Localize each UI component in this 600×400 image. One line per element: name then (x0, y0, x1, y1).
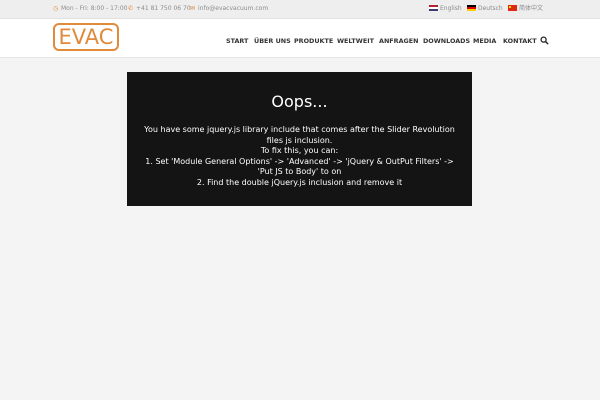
phone-contact[interactable]: ✆ +41 81 750 06 70 (128, 4, 191, 13)
nav-produkte[interactable]: PRODUKTE (294, 37, 333, 45)
error-line-3: 1. Set 'Module General Options' -> 'Adva… (145, 156, 454, 177)
language-english[interactable]: English (429, 4, 462, 13)
nav-ueber-uns[interactable]: ÜBER UNS (254, 37, 291, 45)
error-line-2: To fix this, you can: (260, 146, 339, 155)
german-flag-icon (467, 5, 476, 11)
china-flag-icon (508, 5, 517, 11)
opening-hours: ◷ Mon - Fri: 8:00 - 17:00 (53, 4, 127, 13)
language-chinese-label: 简体中文 (519, 5, 544, 12)
phone-icon: ✆ (128, 5, 134, 12)
language-english-label: English (440, 5, 462, 12)
uk-flag-icon (429, 5, 438, 11)
evac-logo[interactable]: EVAC (53, 23, 119, 51)
phone-text: +41 81 750 06 70 (136, 5, 191, 12)
nav-weltweit[interactable]: WELTWEIT (337, 37, 374, 45)
top-bar: ◷ Mon - Fri: 8:00 - 17:00 ✆ +41 81 750 06 … (0, 0, 600, 19)
opening-hours-text: Mon - Fri: 8:00 - 17:00 (61, 5, 128, 12)
site-header: EVAC START ÜBER UNS PRODUKTE WELTWEIT AN… (0, 19, 600, 58)
envelope-icon: ✉ (190, 5, 196, 12)
search-icon[interactable] (540, 36, 549, 45)
error-title: Oops... (271, 92, 328, 111)
slider-error-box: Oops... You have some jquery.js library … (127, 72, 472, 206)
email-contact[interactable]: ✉ info@evacvacuum.com (190, 4, 268, 13)
nav-start[interactable]: START (226, 37, 248, 45)
email-text: info@evacvacuum.com (198, 5, 269, 12)
language-deutsch-label: Deutsch (478, 5, 503, 12)
nav-downloads[interactable]: DOWNLOADS (423, 37, 470, 45)
logo-text: EVAC (58, 25, 114, 49)
error-message: You have some jquery.js library include … (137, 125, 462, 188)
nav-media[interactable]: MEDIA (473, 37, 496, 45)
nav-kontakt[interactable]: KONTAKT (503, 37, 537, 45)
language-deutsch[interactable]: Deutsch (467, 4, 503, 13)
error-line-4: 2. Find the double jQuery.js inclusion a… (196, 177, 403, 187)
clock-icon: ◷ (53, 5, 59, 12)
error-line-1: You have some jquery.js library include … (144, 125, 455, 145)
language-chinese[interactable]: 简体中文 (508, 4, 543, 13)
nav-anfragen[interactable]: ANFRAGEN (379, 37, 419, 45)
